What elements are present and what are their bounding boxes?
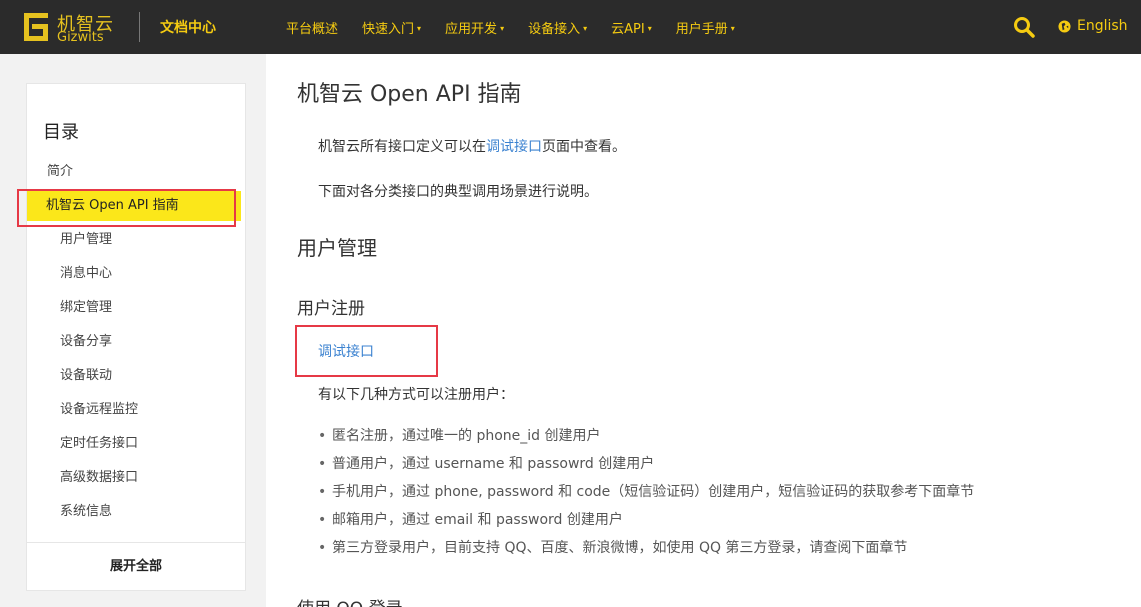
list-item: 第三方登录用户，目前支持 QQ、百度、新浪微博，如使用 QQ 第三方登录，请查阅… [318, 538, 1118, 566]
nav-item-3[interactable]: 设备接入 ▾ [528, 18, 587, 37]
search-icon[interactable] [1012, 15, 1036, 39]
chevron-down-icon: ▾ [583, 23, 588, 33]
logo-text-en: Gizwits [57, 30, 104, 45]
chevron-down-icon: ▾ [500, 23, 505, 33]
doc-center-link[interactable]: 文档中心 [160, 17, 216, 37]
toc-item[interactable]: 设备分享 [27, 327, 245, 357]
subsection-title: 用户注册 [297, 299, 365, 319]
list-item: 手机用户，通过 phone, password 和 code（短信验证码）创建用… [318, 482, 1118, 510]
chevron-down-icon: ▾ [417, 23, 422, 33]
intro-suffix: 页面中查看。 [542, 139, 626, 155]
nav-item-label: 快速入门 [362, 21, 415, 37]
chevron-down-icon: ▾ [730, 23, 735, 33]
globe-icon [1058, 19, 1071, 33]
annotation-highlight-box [17, 189, 236, 227]
toc-item[interactable]: 简介 [27, 157, 245, 187]
nav-item-label: 用户手册 [675, 21, 728, 37]
nav-item-4[interactable]: 云API ▾ [611, 18, 652, 37]
toc-item[interactable]: 用户管理 [27, 225, 245, 255]
api-debug-link[interactable]: 调试接口 [486, 139, 542, 155]
register-methods-list: 匿名注册，通过唯一的 phone_id 创建用户普通用户，通过 username… [318, 426, 1118, 566]
intro-paragraph-2: 下面对各分类接口的典型调用场景进行说明。 [318, 184, 598, 200]
list-item: 匿名注册，通过唯一的 phone_id 创建用户 [318, 426, 1118, 454]
annotation-highlight-box [295, 325, 438, 377]
register-intro: 有以下几种方式可以注册用户： [318, 387, 514, 403]
doc-content: 机智云 Open API 指南 机智云所有接口定义可以在调试接口页面中查看。 下… [266, 54, 1141, 607]
nav-item-2[interactable]: 应用开发 ▾ [445, 18, 504, 37]
toc-title: 目录 [43, 122, 79, 143]
toc-sidebar: 目录 简介 机智云 Open API 指南 用户管理 消息中心 绑定管理 设备分享 设备联动… [26, 83, 246, 591]
page-title: 机智云 Open API 指南 [297, 82, 522, 107]
toc-item[interactable]: 高级数据接口 [27, 463, 245, 493]
toc-item[interactable]: 系统信息 [27, 497, 245, 527]
gizwits-logo-icon [24, 13, 48, 41]
language-switch[interactable]: English [1058, 18, 1128, 34]
top-navbar: 机智云 Gizwits 文档中心 平台概述 快速入门 ▾ 应用开发 ▾ 设备接入 ▾ 云API… [0, 0, 1141, 54]
expand-all-button[interactable]: 展开全部 [27, 542, 245, 590]
list-item: 邮箱用户，通过 email 和 password 创建用户 [318, 510, 1118, 538]
toc-item[interactable]: 绑定管理 [27, 293, 245, 323]
nav-item-1[interactable]: 快速入门 ▾ [362, 18, 421, 37]
language-label: English [1077, 18, 1128, 34]
main-nav: 平台概述 快速入门 ▾ 应用开发 ▾ 设备接入 ▾ 云API ▾ 用户手册 ▾ [286, 0, 759, 54]
next-subsection-title: 使用 QQ 登录 [297, 594, 403, 607]
nav-item-label: 应用开发 [445, 21, 498, 37]
nav-item-label: 设备接入 [528, 21, 581, 37]
nav-item-label: 平台概述 [286, 21, 339, 37]
nav-item-0[interactable]: 平台概述 [286, 18, 338, 37]
list-item: 普通用户，通过 username 和 passowrd 创建用户 [318, 454, 1118, 482]
section-title: 用户管理 [297, 236, 377, 260]
toc-item[interactable]: 定时任务接口 [27, 429, 245, 459]
chevron-down-icon: ▾ [647, 23, 652, 33]
logo[interactable]: 机智云 Gizwits [22, 9, 122, 45]
toc-item[interactable]: 设备远程监控 [27, 395, 245, 425]
toc-item[interactable]: 消息中心 [27, 259, 245, 289]
header-divider [139, 12, 140, 42]
nav-item-5[interactable]: 用户手册 ▾ [676, 18, 735, 37]
toc-item[interactable]: 设备联动 [27, 361, 245, 391]
intro-prefix: 机智云所有接口定义可以在 [318, 139, 486, 155]
intro-paragraph: 机智云所有接口定义可以在调试接口页面中查看。 [318, 136, 626, 156]
nav-item-label: 云API [611, 21, 645, 37]
